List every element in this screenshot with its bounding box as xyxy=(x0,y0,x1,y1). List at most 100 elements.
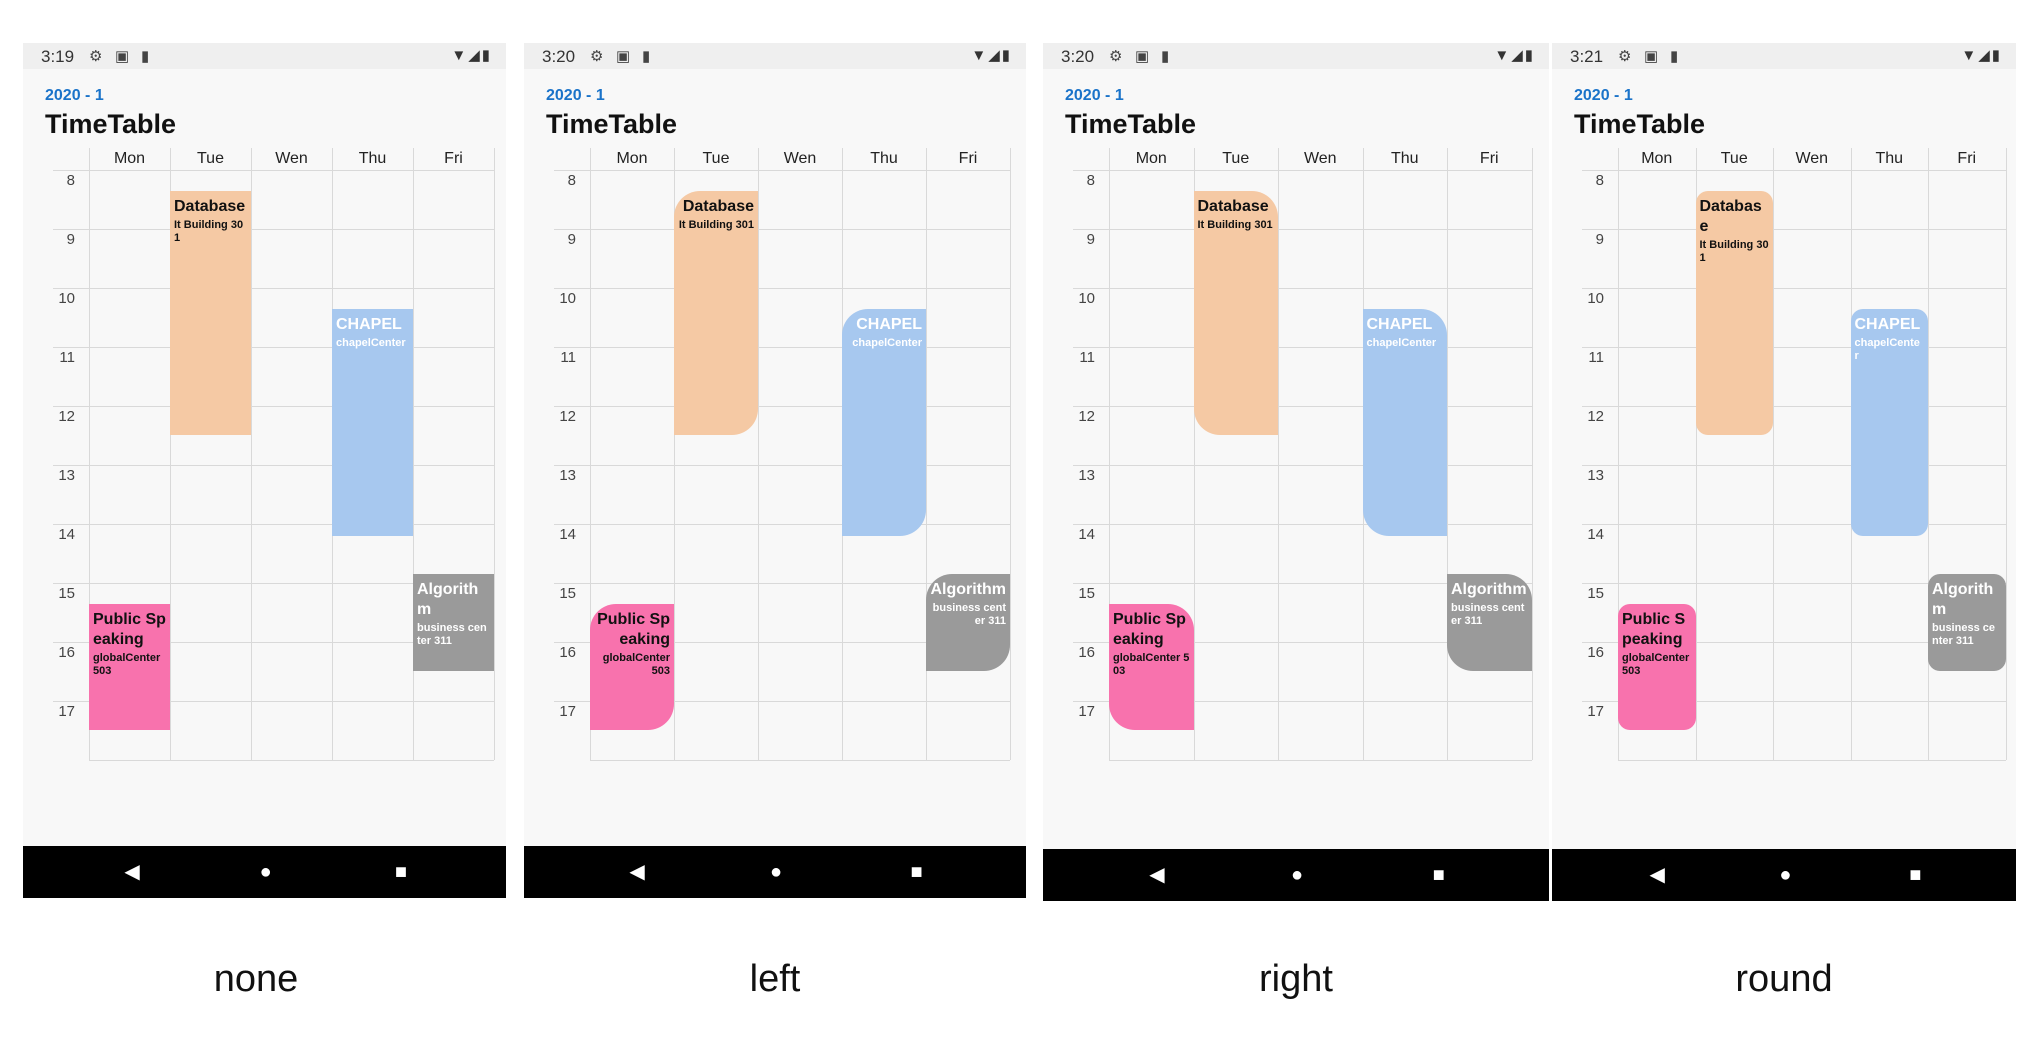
course-block[interactable]: Public Speaking globalCenter 503 xyxy=(590,603,674,731)
status-bar: 3:20 ⚙ ▣ ▮ ▼◢▮ xyxy=(1043,43,1549,69)
day-header-fri: Fri xyxy=(1957,150,1977,167)
grid-line xyxy=(1582,170,2006,171)
gear-icon: ⚙ xyxy=(89,48,103,65)
grid-line xyxy=(1447,148,1448,760)
grid-line xyxy=(1073,406,1532,407)
course-room: business center 311 xyxy=(417,622,487,648)
day-header-wen: Wen xyxy=(783,150,817,167)
grid-line xyxy=(53,229,494,230)
grid-line xyxy=(554,524,1010,525)
back-icon[interactable]: ◀ xyxy=(629,862,644,882)
recents-icon[interactable]: ■ xyxy=(911,862,923,882)
course-name: CHAPEL xyxy=(856,315,922,333)
course-room: chapelCenter xyxy=(1854,336,1920,362)
phone-screen-none: 3:19 ⚙ ▣ ▮ ▼◢▮ 2020 - 1 TimeTable Mon Tue Wen Thu F… xyxy=(23,43,506,898)
course-block[interactable]: Database It Building 301 xyxy=(1193,190,1278,436)
course-block[interactable]: Algorithm business center 311 xyxy=(926,574,1010,672)
semester-label: 2020 - 1 xyxy=(1574,87,1633,104)
hour-label: 13 xyxy=(1078,467,1095,484)
course-block[interactable]: CHAPEL chapelCenter xyxy=(842,308,926,536)
grid-line xyxy=(1010,148,1011,760)
grid-line xyxy=(89,760,494,761)
home-icon[interactable]: ● xyxy=(260,862,272,882)
hour-label: 16 xyxy=(58,644,75,661)
day-header-fri: Fri xyxy=(958,150,978,167)
day-header-fri: Fri xyxy=(1479,150,1499,167)
course-name: Public Speaking xyxy=(597,610,670,648)
hour-label: 17 xyxy=(1078,703,1095,720)
grid-line xyxy=(1582,524,2006,525)
course-block[interactable]: Algorithm business center 311 xyxy=(413,574,494,672)
hour-label: 16 xyxy=(1078,644,1095,661)
hour-label: 11 xyxy=(560,349,576,366)
hour-label: 13 xyxy=(1587,467,1604,484)
back-icon[interactable]: ◀ xyxy=(124,862,139,882)
hour-label: 9 xyxy=(567,231,576,248)
grid-line xyxy=(1073,170,1532,171)
semester-label: 2020 - 1 xyxy=(1065,87,1124,104)
home-icon[interactable]: ● xyxy=(1291,865,1303,885)
course-room: globalCenter 503 xyxy=(93,651,161,677)
hour-label: 8 xyxy=(567,172,576,189)
course-name: Database xyxy=(174,197,246,215)
home-icon[interactable]: ● xyxy=(1779,865,1791,885)
gear-icon: ⚙ xyxy=(1618,48,1632,65)
day-header-mon: Mon xyxy=(1641,150,1673,167)
day-header-mon: Mon xyxy=(616,150,648,167)
course-room: globalCenter 503 xyxy=(1113,651,1190,677)
day-header-thu: Thu xyxy=(1875,150,1904,167)
course-block[interactable]: CHAPEL chapelCenter xyxy=(332,308,413,536)
status-right-icons: ▼◢▮ xyxy=(1494,46,1535,64)
phone-screen-left: 3:20 ⚙ ▣ ▮ ▼◢▮ 2020 - 1 TimeTable Mon Tue Wen Thu F… xyxy=(524,43,1026,898)
course-block[interactable]: Database It Building 301 xyxy=(170,190,251,436)
course-block[interactable]: Algorithm business center 311 xyxy=(1447,574,1532,672)
course-name: CHAPEL xyxy=(1366,315,1433,333)
course-room: It Building 301 xyxy=(1197,218,1273,231)
grid-line xyxy=(53,465,494,466)
sd-card-icon: ▮ xyxy=(1161,48,1170,65)
course-name: Database xyxy=(1699,197,1762,235)
recents-icon[interactable]: ■ xyxy=(1909,865,1921,885)
hour-label: 10 xyxy=(1587,290,1604,307)
signal-icon: ◢ xyxy=(1511,47,1525,64)
course-block[interactable]: Public Speaking globalCenter 503 xyxy=(1109,603,1194,731)
status-right-icons: ▼◢▮ xyxy=(971,46,1012,64)
text-a-icon: ▣ xyxy=(616,48,631,65)
course-block[interactable]: Database It Building 301 xyxy=(674,190,758,436)
course-block[interactable]: CHAPEL chapelCenter xyxy=(1850,308,1928,536)
course-block[interactable]: Public Speaking globalCenter 503 xyxy=(1618,603,1696,731)
text-a-icon: ▣ xyxy=(1135,48,1150,65)
course-room: business center 311 xyxy=(1932,622,1995,648)
hour-label: 11 xyxy=(1588,349,1604,366)
page-title: TimeTable xyxy=(45,109,177,139)
hour-label: 15 xyxy=(559,585,576,602)
course-block[interactable]: CHAPEL chapelCenter xyxy=(1362,308,1447,536)
course-block[interactable]: Algorithm business center 311 xyxy=(1928,574,2006,672)
gear-icon: ⚙ xyxy=(590,48,604,65)
back-icon[interactable]: ◀ xyxy=(1649,865,1664,885)
day-header-wen: Wen xyxy=(1303,150,1337,167)
gear-icon: ⚙ xyxy=(1109,48,1123,65)
wifi-icon: ▼ xyxy=(971,47,989,64)
grid-line xyxy=(1618,760,2006,761)
grid-line xyxy=(1928,148,1929,760)
course-block[interactable]: Public Speaking globalCenter 503 xyxy=(89,603,170,731)
recents-icon[interactable]: ■ xyxy=(1433,865,1445,885)
hour-label: 9 xyxy=(1086,231,1095,248)
hour-label: 9 xyxy=(66,231,75,248)
semester-label: 2020 - 1 xyxy=(45,87,104,104)
course-block[interactable]: Database It Building 301 xyxy=(1695,190,1773,436)
hour-label: 10 xyxy=(1078,290,1095,307)
day-header-tue: Tue xyxy=(1720,150,1748,167)
hour-label: 11 xyxy=(59,349,75,366)
course-room: It Building 301 xyxy=(1699,238,1769,264)
home-icon[interactable]: ● xyxy=(770,862,782,882)
course-room: chapelCenter xyxy=(852,336,922,349)
battery-icon: ▮ xyxy=(1524,47,1535,64)
status-right-icons: ▼◢▮ xyxy=(451,46,492,64)
navigation-bar: ◀ ● ■ xyxy=(23,846,506,898)
recents-icon[interactable]: ■ xyxy=(395,862,407,882)
grid-line xyxy=(1109,760,1532,761)
back-icon[interactable]: ◀ xyxy=(1149,865,1164,885)
grid-line xyxy=(590,760,1010,761)
